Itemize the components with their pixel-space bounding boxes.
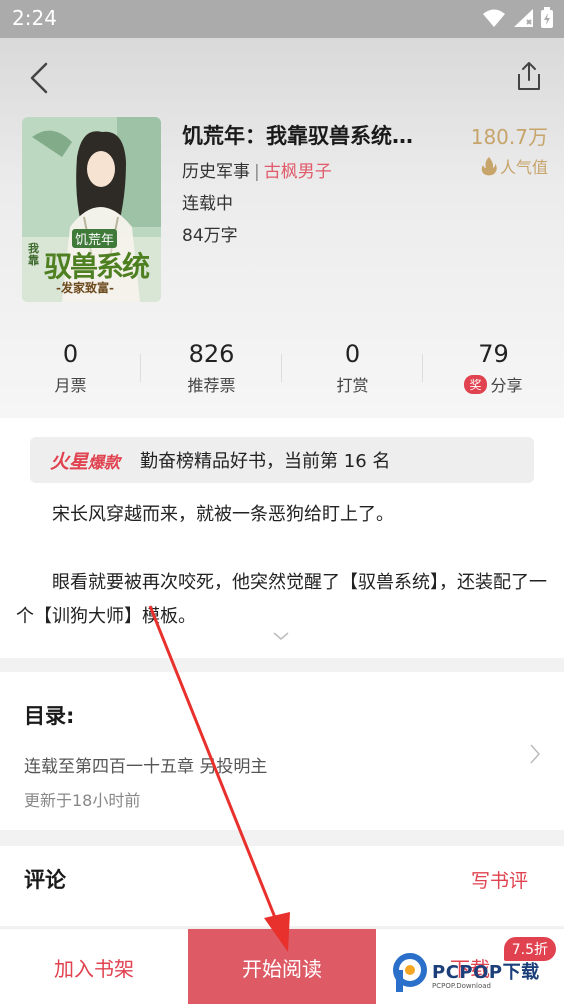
- stat-share[interactable]: 79 奖 分享: [423, 340, 564, 410]
- stat-label: 推荐票: [187, 376, 236, 395]
- share-icon[interactable]: [514, 60, 544, 92]
- signal-icon: [514, 9, 533, 27]
- genre-separator: |: [254, 162, 260, 182]
- hot-logo: 火星爆款: [50, 447, 120, 474]
- book-word-count: 84万字: [182, 226, 238, 246]
- reward-badge: 奖: [464, 374, 487, 394]
- cover-title-side: 我靠: [28, 242, 39, 267]
- synopsis-section: 火星爆款 勤奋榜精品好书，当前第 16 名 宋长风穿越而来，就被一条恶狗给盯上了…: [0, 418, 564, 658]
- chevron-right-icon: [530, 744, 541, 764]
- stat-value: 0: [62, 340, 79, 368]
- status-icons: [482, 7, 554, 29]
- stat-monthly-ticket[interactable]: 0 月票: [0, 340, 141, 410]
- popularity-label-wrap: 人气值: [471, 154, 548, 178]
- rank-banner[interactable]: 火星爆款 勤奋榜精品好书，当前第 16 名: [30, 437, 534, 483]
- cover-subtitle: -发家致富-: [56, 281, 114, 295]
- book-title: 饥荒年：我靠驭兽系统…: [182, 124, 413, 148]
- stat-recommend-ticket[interactable]: 826 推荐票: [141, 340, 282, 410]
- book-status: 连载中: [182, 194, 233, 214]
- fire-icon: [481, 157, 497, 176]
- stats-row: 0 月票 826 推荐票 0 打赏 79 奖 分享: [0, 340, 564, 410]
- hot-logo-sub: 爆款: [88, 452, 121, 472]
- toc-title: 目录:: [24, 704, 75, 728]
- book-cover[interactable]: 饥荒年 我靠 驭兽系统 -发家致富-: [22, 117, 161, 302]
- synopsis-paragraph: 宋长风穿越而来，就被一条恶狗给盯上了。: [52, 504, 394, 525]
- comments-section: 评论 写书评: [0, 846, 564, 926]
- hot-logo-main: 火星: [50, 450, 89, 473]
- battery-icon: [541, 7, 553, 28]
- popularity-label: 人气值: [499, 158, 548, 177]
- stat-value: 0: [344, 340, 361, 368]
- stat-value: 826: [188, 340, 235, 368]
- watermark-brand: PCPOP下载: [432, 962, 540, 983]
- pcpop-logo-icon: [393, 953, 427, 992]
- synopsis-paragraph: 眼看就要被再次咬死，他突然觉醒了【驭兽系统】，还装配了一个【训狗大师】模板。: [16, 572, 547, 627]
- back-icon[interactable]: [22, 58, 56, 98]
- stat-label: 打赏: [336, 376, 369, 395]
- wifi-icon: [483, 9, 505, 27]
- chevron-down-icon[interactable]: [272, 630, 290, 642]
- genre-main[interactable]: 历史军事: [182, 162, 250, 182]
- toc-section[interactable]: 目录: 连载至第四百一十五章 另投明主 更新于18小时前: [0, 672, 564, 830]
- add-to-shelf-button[interactable]: 加入书架: [0, 929, 188, 1004]
- popularity-value: 180.7万: [470, 125, 548, 149]
- stat-tip[interactable]: 0 打赏: [282, 340, 423, 410]
- start-reading-button[interactable]: 开始阅读: [188, 929, 376, 1004]
- genre-sub[interactable]: 古枫男子: [264, 162, 332, 182]
- pcpop-watermark: PCPOP下载 PCPOP.Download: [390, 948, 560, 998]
- stat-label: 分享: [490, 376, 523, 395]
- toc-updated-time: 更新于18小时前: [24, 791, 141, 810]
- watermark-sub: PCPOP.Download: [432, 982, 491, 990]
- popularity: 180.7万 人气值: [471, 121, 548, 178]
- comments-title: 评论: [24, 868, 66, 892]
- status-bar: 2:24: [0, 0, 564, 38]
- synopsis[interactable]: 宋长风穿越而来，就被一条恶狗给盯上了。 眼看就要被再次咬死，他突然觉醒了【驭兽系…: [16, 498, 550, 668]
- rank-text: 勤奋榜精品好书，当前第 16 名: [140, 451, 391, 472]
- book-genre: 历史军事 | 古枫男子: [182, 157, 332, 182]
- stat-label: 月票: [54, 376, 87, 395]
- status-time: 2:24: [12, 6, 57, 30]
- toc-latest-chapter: 连载至第四百一十五章 另投明主: [24, 757, 268, 777]
- stat-value: 79: [478, 340, 509, 368]
- write-review-button[interactable]: 写书评: [471, 866, 528, 893]
